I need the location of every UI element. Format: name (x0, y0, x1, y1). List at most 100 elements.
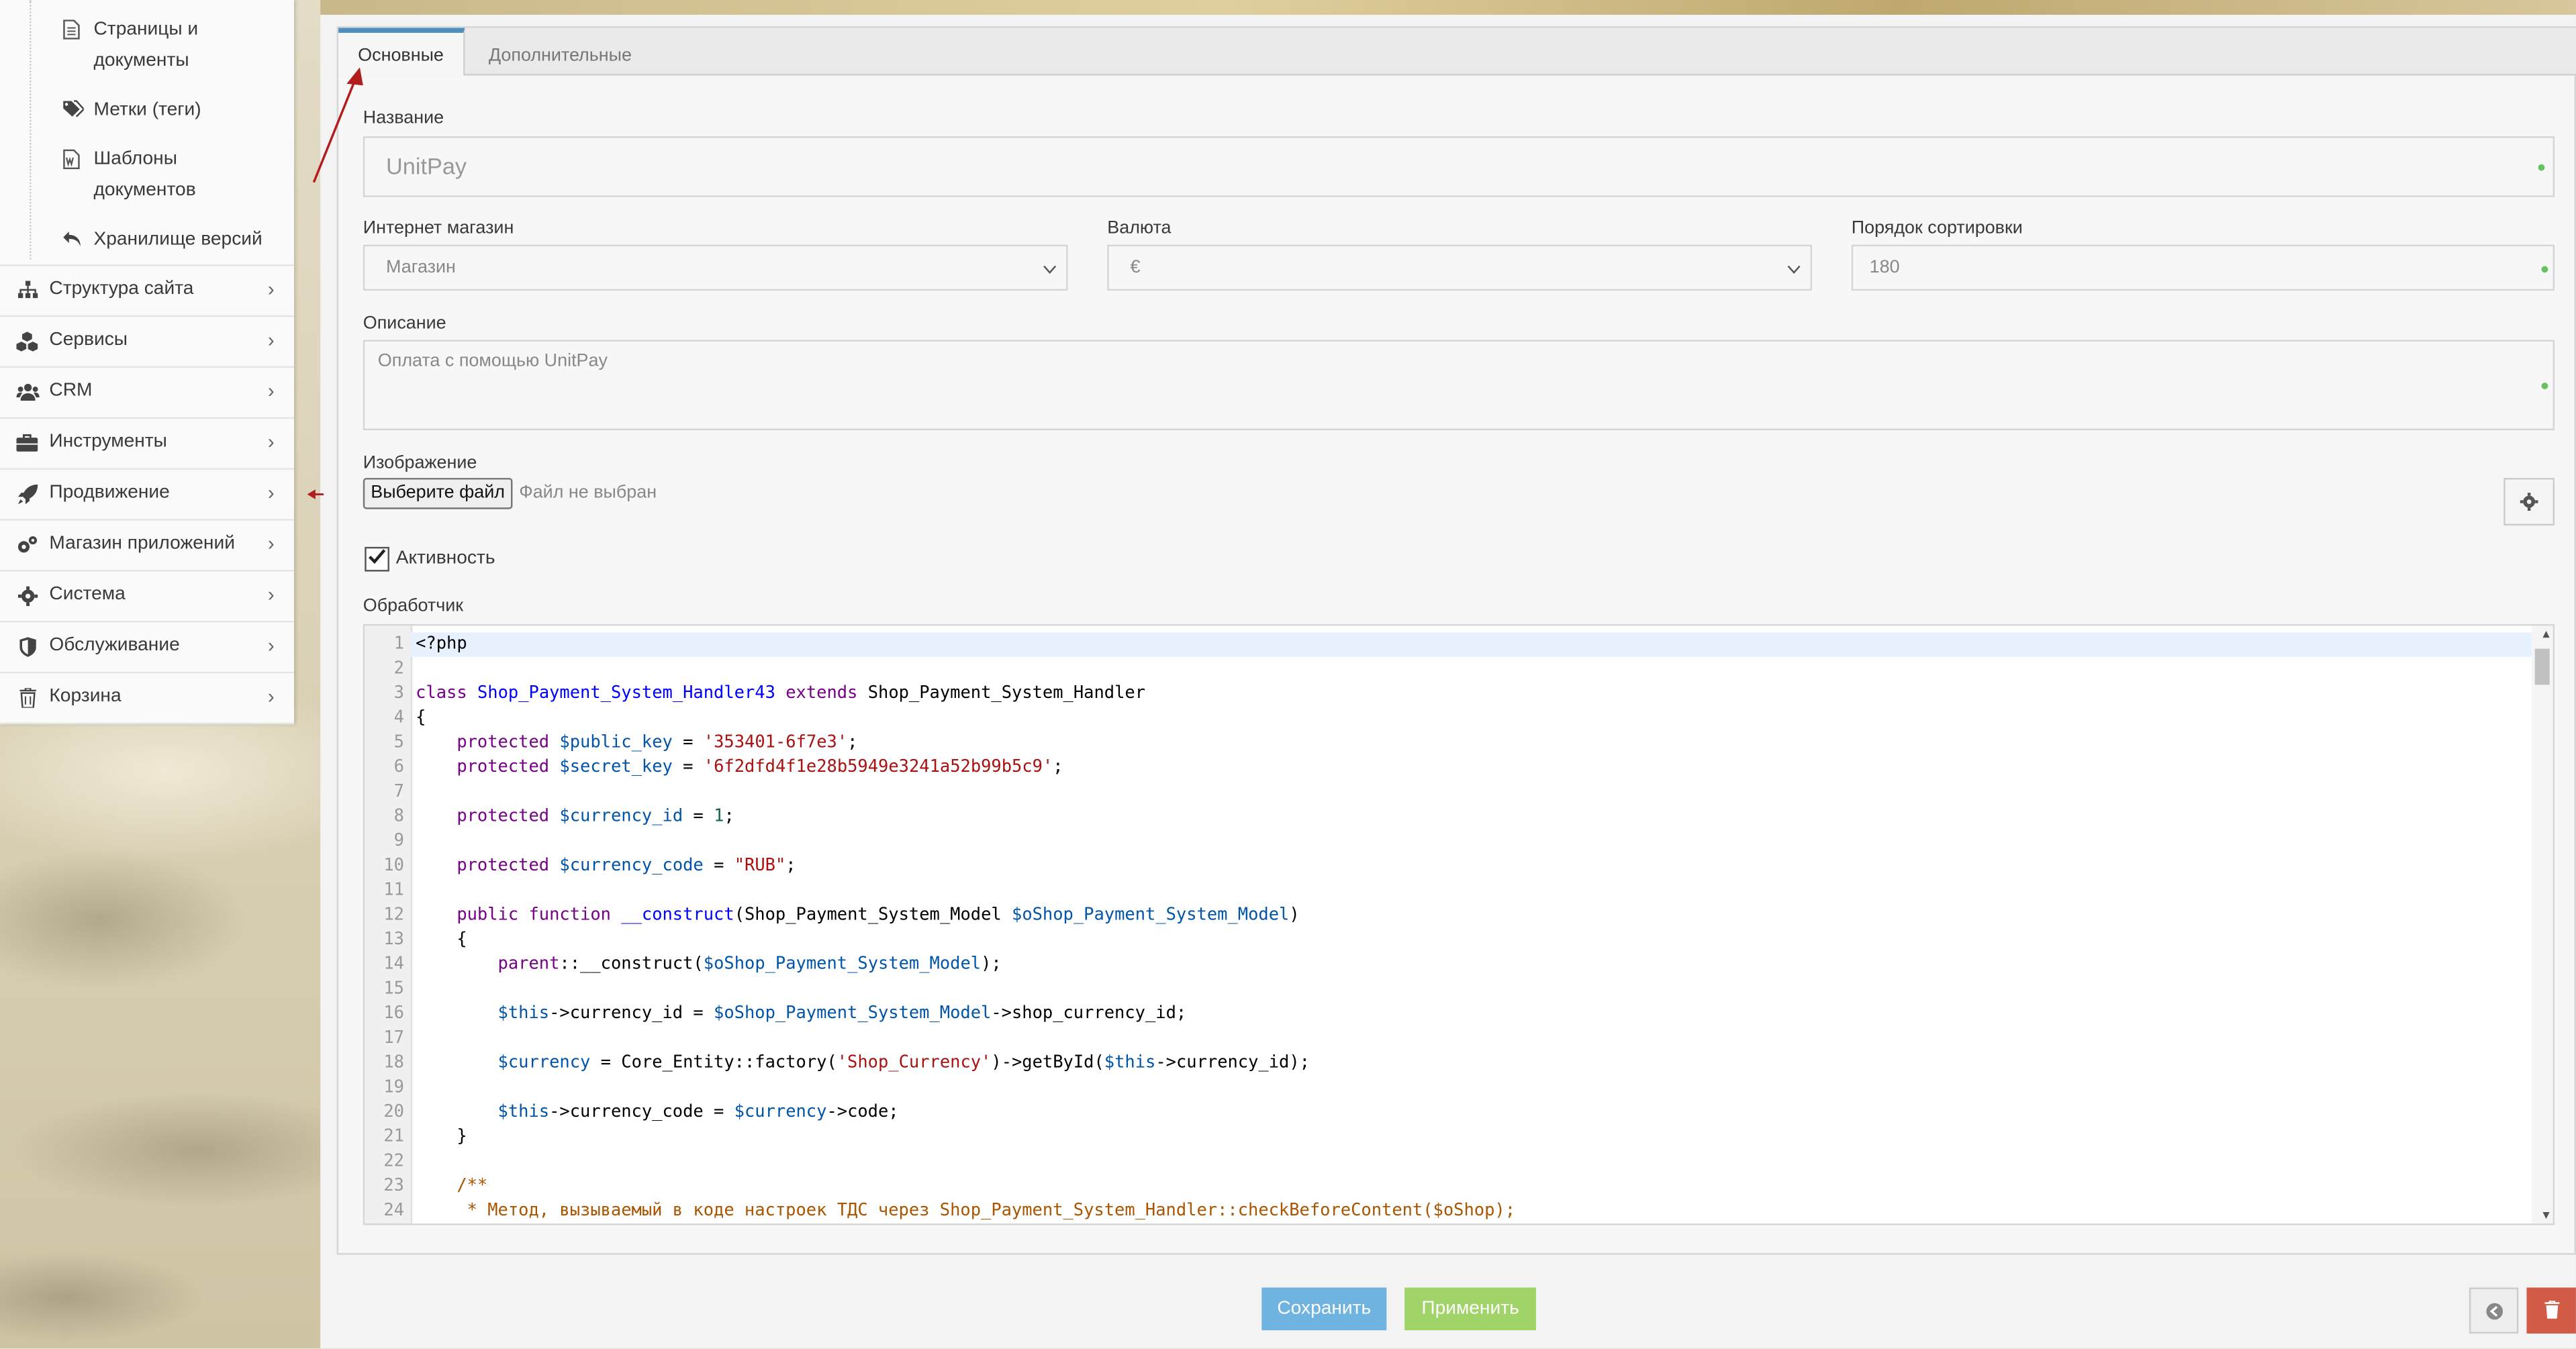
line-number: 22 (383, 1151, 404, 1171)
scrollbar-thumb[interactable] (2534, 648, 2550, 685)
scroll-up-icon[interactable]: ▲ (2542, 628, 2549, 641)
sidebar-item-crm[interactable]: CRM › (0, 366, 295, 417)
chevron-right-icon: › (267, 277, 275, 301)
scroll-down-icon[interactable]: ▼ (2542, 1209, 2549, 1222)
code-token: extends (775, 683, 868, 703)
sidebar-subitem-label: Страницы и (93, 19, 199, 40)
code-token: protected (416, 806, 560, 826)
shop-select[interactable]: Магазин (363, 244, 1068, 291)
code-token: $currency_code (559, 855, 704, 876)
code-token: ); (981, 954, 1002, 975)
line-number: 19 (383, 1077, 404, 1097)
trash-icon (2544, 1299, 2559, 1323)
sidebar-subitem-templates[interactable]: Шаблоны документов (0, 144, 294, 207)
chevron-down-icon (1787, 261, 1801, 277)
apply-button[interactable]: Применить (1404, 1287, 1536, 1331)
chevron-right-icon: › (267, 379, 275, 403)
line-number: 18 (383, 1052, 404, 1072)
line-number: 10 (383, 855, 404, 876)
sidebar-subitem-label: Хранилище версий (93, 230, 263, 250)
code-token: )->getById( (991, 1052, 1104, 1072)
sidebar-subitem-versions[interactable]: Хранилище версий (0, 225, 294, 256)
sidebar-item-maintenance[interactable]: Обслуживание › (0, 620, 295, 672)
sidebar-item-label: Инструменты (49, 432, 167, 452)
code-line: /** (416, 1175, 487, 1199)
line-number: 6 (393, 757, 404, 777)
code-token: parent (416, 954, 560, 975)
code-token: ; (724, 806, 734, 826)
line-number: 5 (393, 732, 404, 752)
vertical-scrollbar[interactable]: ▲ ▼ (2531, 626, 2553, 1224)
code-line: { (416, 706, 426, 731)
back-button[interactable] (2469, 1287, 2519, 1334)
code-token: ) (1289, 905, 1300, 925)
briefcase-icon (16, 434, 38, 453)
code-line: { (416, 928, 467, 953)
sidebar-item-label: Продвижение (49, 483, 170, 503)
shop-label: Интернет магазин (363, 218, 514, 238)
cogs-icon (16, 536, 38, 555)
valid-indicator (2538, 164, 2545, 171)
code-token: $currency (416, 1052, 591, 1072)
code-token: ; (1053, 757, 1063, 777)
code-token: } (416, 1126, 467, 1147)
code-editor[interactable]: 1 2 3 4 5 6 7 8 9 10 11 12 13 14 15 16 17 18 19 20 21 22 23 24 … (363, 623, 2555, 1226)
sidebar-subitem-label: документы (93, 50, 189, 71)
code-token: 'Shop_Currency' (837, 1052, 992, 1072)
chevron-right-icon: › (267, 430, 275, 454)
sidebar-item-tools[interactable]: Инструменты › (0, 417, 295, 468)
line-number: 13 (383, 930, 404, 950)
description-textarea[interactable]: Оплата с помощью UnitPay (363, 340, 2555, 431)
sort-order-input[interactable]: 180 (1851, 244, 2555, 291)
currency-select[interactable]: € (1107, 244, 1813, 291)
chevron-right-icon: › (267, 481, 275, 505)
save-button[interactable]: Сохранить (1261, 1287, 1387, 1331)
image-label: Изображение (363, 453, 477, 473)
sidebar-item-label: Сервисы (49, 330, 128, 350)
line-number: 11 (383, 880, 404, 900)
code-token: ->currency_id); (1155, 1052, 1310, 1072)
active-checkbox[interactable] (365, 546, 389, 572)
chevron-right-icon: › (267, 634, 275, 657)
sidebar-subitem-label: Шаблоны (93, 149, 177, 170)
sidebar-item-trash[interactable]: Корзина › (0, 671, 295, 725)
code-token: { (416, 707, 426, 728)
tab-additional[interactable]: Дополнительные (470, 28, 651, 74)
code-line: * Метод, вызываемый в коде настроек ТДС … (416, 1199, 1515, 1223)
image-settings-button[interactable] (2503, 478, 2555, 526)
choose-file-button[interactable]: Выберите файл (363, 478, 513, 509)
code-token: Shop_Payment_System_Handler (867, 683, 1146, 703)
delete-button[interactable] (2526, 1287, 2576, 1334)
sidebar-item-system[interactable]: Система › (0, 570, 295, 621)
sidebar-subitem-label: Метки (теги) (93, 100, 201, 120)
sidebar-item-app-store[interactable]: Магазин приложений › (0, 519, 295, 570)
sidebar-subitem-tags[interactable]: Метки (теги) (0, 95, 294, 126)
line-number: 23 (383, 1176, 404, 1196)
line-number: 2 (393, 658, 404, 679)
line-number: 17 (383, 1028, 404, 1048)
line-number: 8 (393, 806, 404, 826)
sidebar-item-site-structure[interactable]: Структура сайта › (0, 264, 295, 315)
code-token: ; (785, 855, 796, 876)
code-token: '353401-6f7e3' (703, 732, 848, 752)
code-token: protected (416, 757, 560, 777)
name-input[interactable]: UnitPay (363, 136, 2555, 197)
code-token: public function (416, 905, 622, 925)
code-token: $this (416, 1101, 550, 1122)
active-line-highlight (410, 632, 2534, 657)
tab-main[interactable]: Основные (338, 28, 465, 76)
sidebar-item-label: Обслуживание (49, 635, 180, 656)
chevron-right-icon: › (267, 532, 275, 556)
tab-bar: Основные Дополнительные (338, 28, 2576, 76)
sidebar-item-promotion[interactable]: Продвижение › (0, 468, 295, 519)
sidebar-subitem-label: документов (93, 181, 196, 201)
name-input-value: UnitPay (386, 152, 467, 179)
sidebar-item-label: Система (49, 585, 126, 605)
sidebar-item-services[interactable]: Сервисы › (0, 315, 295, 366)
undo-icon (62, 230, 82, 250)
code-token: { (416, 930, 467, 950)
sidebar-subitem-pages[interactable]: Страницы и документы (0, 15, 294, 77)
code-token: $oShop_Payment_System_Model (1012, 905, 1290, 925)
code-token: ; (847, 732, 858, 752)
code-line: protected $currency_id = 1; (416, 805, 734, 830)
